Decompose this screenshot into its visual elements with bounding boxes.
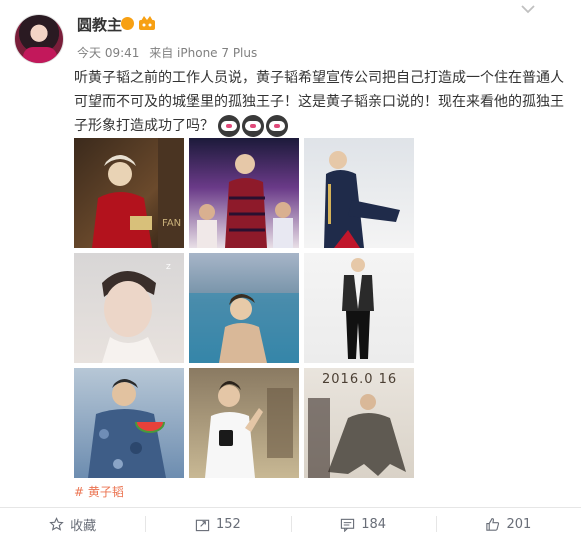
photo-figure bbox=[197, 154, 293, 248]
svg-text:Z: Z bbox=[166, 263, 171, 271]
photo-thumbnail-3[interactable] bbox=[304, 138, 414, 248]
doge-emoji-icon bbox=[218, 115, 241, 137]
post-source: 来自 iPhone 7 Plus bbox=[149, 46, 258, 60]
photo-figure bbox=[88, 379, 166, 478]
doge-emoji-icon bbox=[242, 115, 265, 137]
photo-figure bbox=[342, 258, 374, 359]
avatar[interactable] bbox=[14, 14, 64, 64]
photo-grid: FAN Z 2016.0 16 bbox=[74, 138, 414, 478]
photo-figure bbox=[189, 293, 299, 363]
expand-chevron-icon[interactable] bbox=[521, 4, 535, 14]
post-body: 听黄子韬之前的工作人员说，黄子韬希望宣传公司把自己打造成一个住在普通人可望而不可… bbox=[74, 66, 574, 138]
photo-thumbnail-5[interactable] bbox=[189, 253, 299, 363]
photo-overlay-text: FAN bbox=[162, 218, 182, 229]
photo-thumbnail-1[interactable]: FAN bbox=[74, 138, 184, 248]
photo-thumbnail-7[interactable] bbox=[74, 368, 184, 478]
emoji-row bbox=[218, 115, 289, 137]
repost-button[interactable]: 152 bbox=[145, 508, 290, 540]
topic-tag-link[interactable]: # 黄子韬 bbox=[74, 483, 124, 500]
weibo-post-card: 圆教主 今天 09:41 来自 iPhone 7 Plus 听黄子韬之前的工作人… bbox=[0, 0, 581, 540]
like-count: 201 bbox=[506, 516, 532, 532]
favorite-button[interactable]: 收藏 bbox=[0, 508, 145, 540]
photo-figure bbox=[92, 138, 184, 248]
post-time[interactable]: 今天 09:41 bbox=[77, 46, 139, 60]
photo-thumbnail-6[interactable] bbox=[304, 253, 414, 363]
like-button[interactable]: 201 bbox=[435, 508, 581, 540]
photo-figure bbox=[205, 381, 293, 478]
comment-icon bbox=[341, 518, 355, 532]
username[interactable]: 圆教主 bbox=[77, 14, 122, 35]
photo-thumbnail-8[interactable] bbox=[189, 368, 299, 478]
comment-count: 184 bbox=[361, 516, 387, 532]
vip-crown-icon[interactable] bbox=[138, 15, 156, 31]
star-icon bbox=[49, 516, 64, 531]
repost-icon bbox=[195, 519, 210, 531]
photo-figure: Z bbox=[102, 263, 171, 363]
action-bar: 收藏 152 184 201 bbox=[0, 508, 581, 540]
photo-thumbnail-2[interactable] bbox=[189, 138, 299, 248]
photo-thumbnail-9[interactable]: 2016.0 16 bbox=[304, 368, 414, 478]
doge-emoji-icon bbox=[266, 115, 289, 137]
photo-overlay-text: 2016.0 16 bbox=[322, 372, 398, 387]
repost-count: 152 bbox=[215, 516, 241, 532]
photo-thumbnail-4[interactable]: Z bbox=[74, 253, 184, 363]
post-text: 听黄子韬之前的工作人员说，黄子韬希望宣传公司把自己打造成一个住在普通人可望而不可… bbox=[74, 70, 564, 134]
verified-badge-icon bbox=[121, 17, 134, 30]
photo-figure bbox=[324, 151, 400, 248]
comment-button[interactable]: 184 bbox=[290, 508, 436, 540]
post-meta: 今天 09:41 来自 iPhone 7 Plus bbox=[77, 44, 263, 61]
avatar-scarf bbox=[23, 47, 57, 63]
favorite-label: 收藏 bbox=[70, 518, 97, 534]
thumbs-up-icon bbox=[486, 517, 500, 531]
